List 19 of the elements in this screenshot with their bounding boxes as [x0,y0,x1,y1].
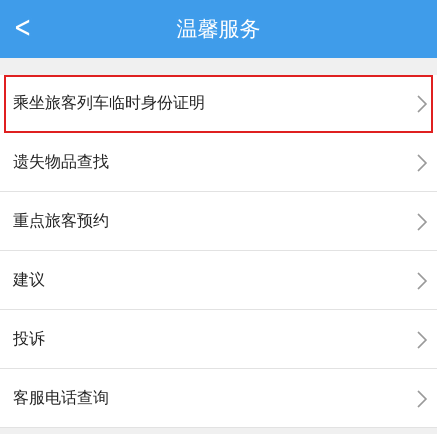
menu-item[interactable]: 建议 [0,252,437,310]
menu-item[interactable]: 重点旅客预约 [0,193,437,251]
menu-item[interactable]: 投诉 [0,311,437,369]
menu-item-label: 投诉 [13,329,45,350]
chevron-right-icon [417,330,427,348]
menu-item[interactable]: 客服电话查询 [0,370,437,428]
chevron-right-icon [417,94,427,112]
menu-item-label: 建议 [13,270,45,291]
menu-item-label: 乘坐旅客列车临时身份证明 [13,93,205,114]
menu-item[interactable]: 乘坐旅客列车临时身份证明 [4,75,433,133]
menu-item[interactable]: 遗失物品查找 [0,134,437,192]
chevron-right-icon [417,154,427,172]
menu-item-label: 客服电话查询 [13,388,109,409]
page-title: 温馨服务 [176,16,260,43]
chevron-right-icon [417,212,427,230]
menu-item-label: 遗失物品查找 [13,152,109,173]
chevron-right-icon [417,390,427,408]
chevron-right-icon [417,272,427,290]
menu-item-label: 重点旅客预约 [13,211,109,232]
